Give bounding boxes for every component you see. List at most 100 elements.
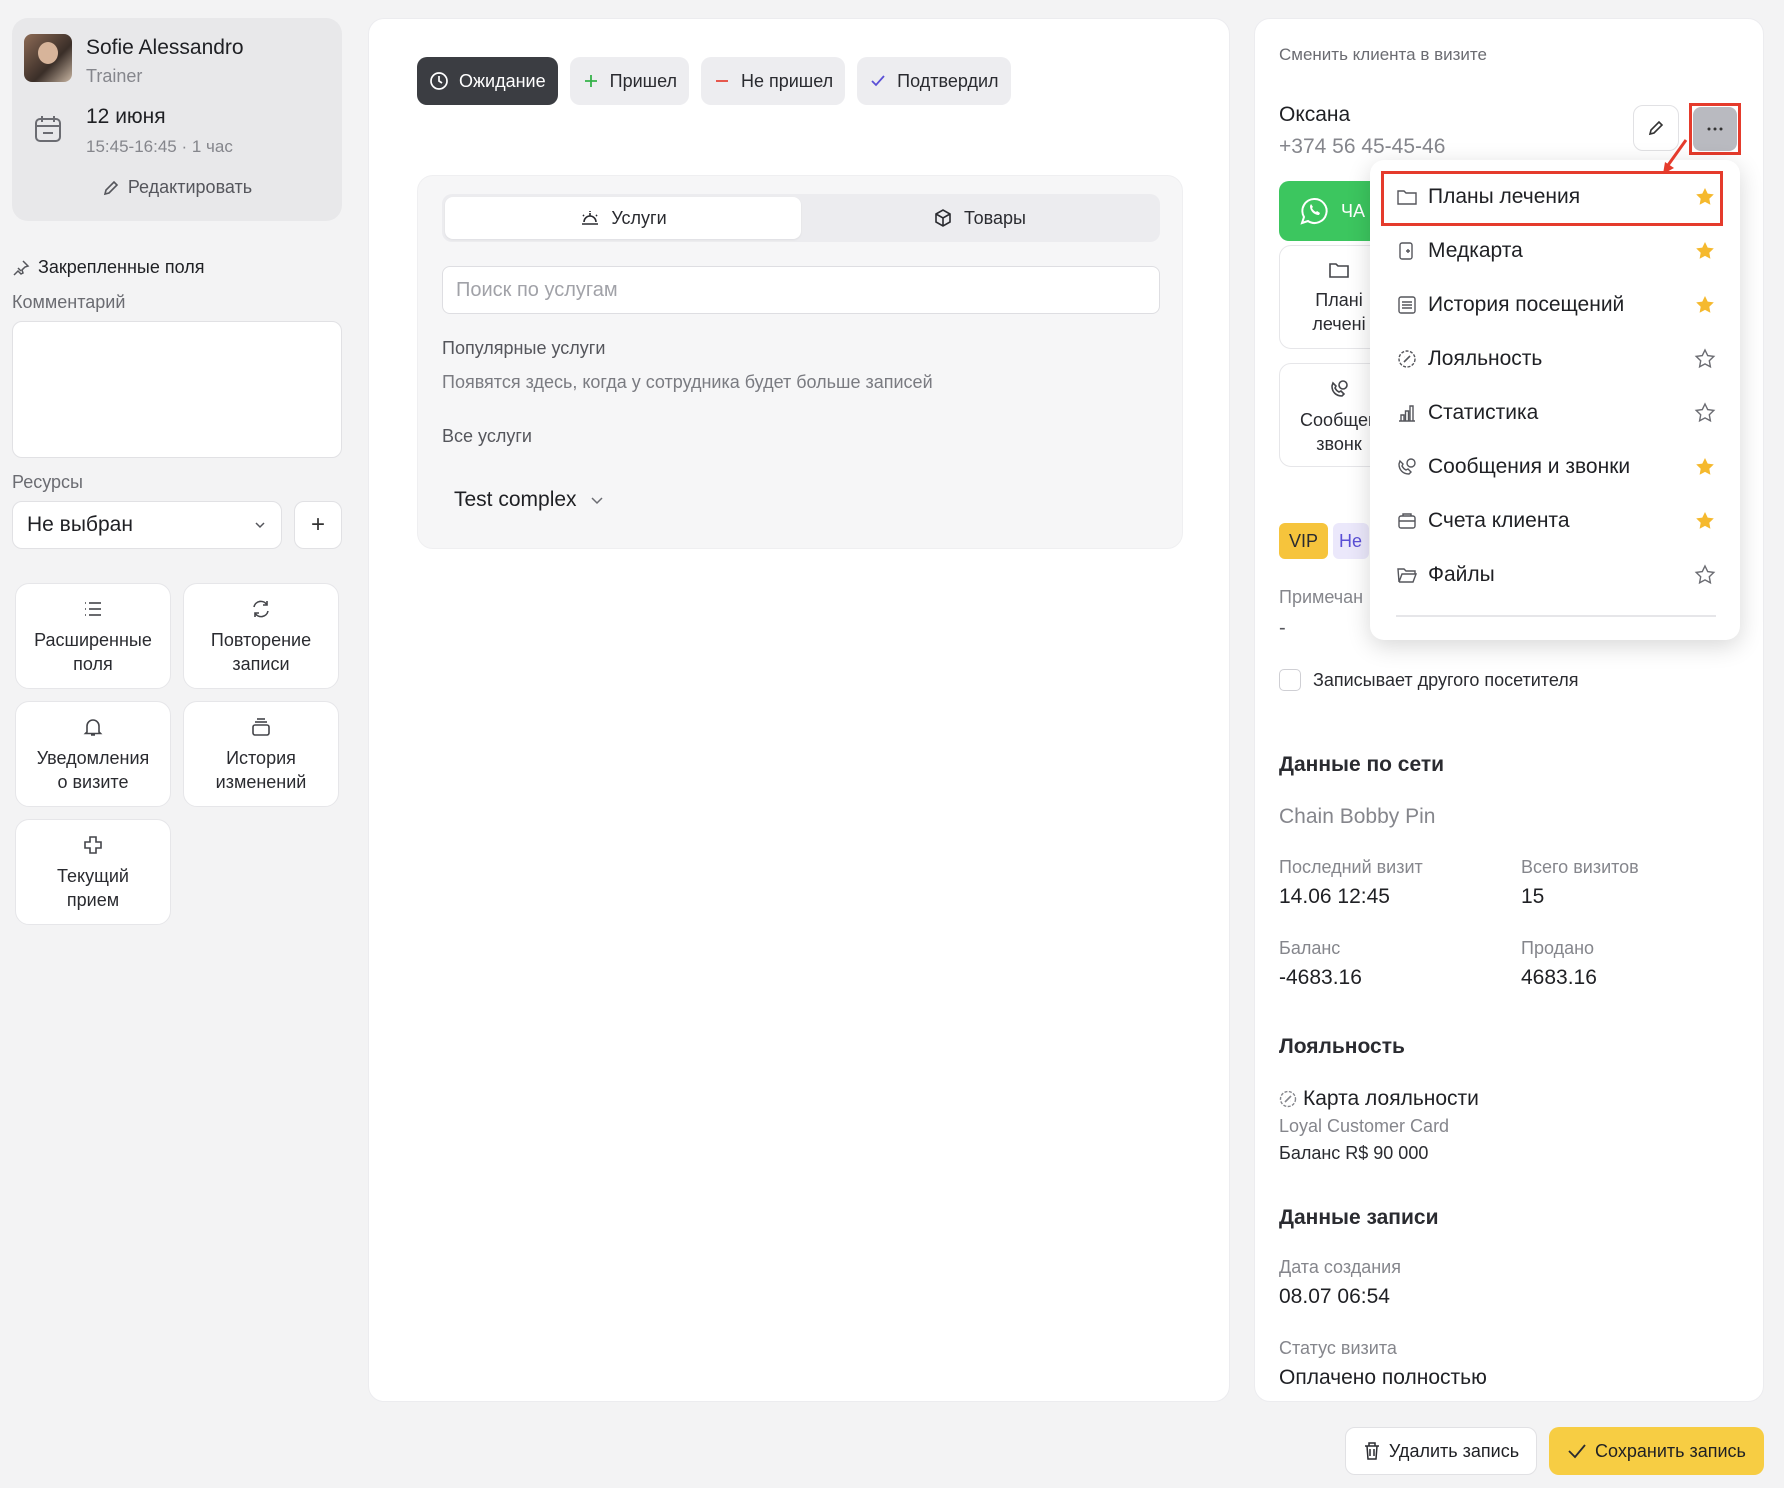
repeat-visit-tile[interactable]: Повторение записи [183,583,339,689]
menu-item-statistics[interactable]: Статистика [1396,393,1716,433]
menu-item-client-invoices[interactable]: Счета клиента [1396,501,1716,541]
tile-label: История изменений [215,748,307,792]
whatsapp-icon [1299,196,1329,226]
client-name: Оксана [1279,103,1351,126]
list-icon [82,598,104,620]
loyalty-card-row[interactable]: Карта лояльности [1279,1087,1479,1111]
pencil-icon [1647,119,1665,137]
menu-item-label: Сообщения и звонки [1428,455,1631,478]
current-appointment-tile[interactable]: Текущий прием [15,819,171,925]
status-label: Подтвердил [897,70,999,91]
last-visit-value: 14.06 12:45 [1279,885,1390,908]
folder-icon [1328,260,1350,280]
staff-role: Trainer [86,66,143,86]
delete-record-button[interactable]: Удалить запись [1345,1427,1537,1475]
medcard-icon [1396,241,1418,261]
save-record-button[interactable]: Сохранить запись [1549,1427,1764,1475]
loyalty-card-title: Карта лояльности [1303,1087,1479,1110]
star-outline-icon[interactable] [1694,564,1716,586]
tile-label: Расширенные поля [34,630,152,674]
menu-item-medcard[interactable]: Медкарта [1396,231,1716,271]
staff-name: Sofie Alessandro [86,36,244,59]
pinned-fields-title: Закрепленные поля [12,257,342,278]
comment-textarea[interactable] [12,321,342,458]
star-outline-icon[interactable] [1694,402,1716,424]
tab-services[interactable]: Услуги [445,197,801,239]
status-label: Ожидание [459,70,546,91]
phone-chat-icon [1396,457,1418,477]
status-not-arrived-button[interactable]: Не пришел [700,57,846,105]
tile-label: Сообщен звонк [1300,410,1378,454]
menu-item-loyalty[interactable]: Лояльность [1396,339,1716,379]
menu-item-label: Счета клиента [1428,509,1570,532]
resources-label: Ресурсы [12,472,83,492]
more-options-menu: Планы лечения Медкарта История посещений… [1370,160,1740,640]
sold-value: 4683.16 [1521,966,1597,989]
loyalty-card-balance: Баланс R$ 90 000 [1279,1143,1429,1163]
menu-item-label: История посещений [1428,293,1625,316]
status-waiting-button[interactable]: Ожидание [417,57,558,105]
star-filled-icon[interactable] [1694,510,1716,532]
record-data-title: Данные записи [1279,1206,1439,1229]
balance-label: Баланс [1279,938,1341,958]
service-group-label: Test complex [454,488,577,511]
books-other-visitor-checkbox[interactable] [1279,669,1301,691]
tile-label: Повторение записи [210,630,312,674]
star-filled-icon[interactable] [1694,294,1716,316]
popular-services-title: Популярные услуги [442,338,606,358]
status-label: Не пришел [740,70,834,91]
total-visits-label: Всего визитов [1521,857,1639,877]
services-panel: Ожидание Пришел Не пришел Подтвердил Усл… [368,18,1230,1402]
add-resource-button[interactable]: + [294,501,342,549]
menu-item-messages-calls[interactable]: Сообщения и звонки [1396,447,1716,487]
edit-label: Редактировать [127,177,253,197]
created-label: Дата создания [1279,1257,1401,1277]
repeat-icon [250,598,272,620]
balance-value: -4683.16 [1279,966,1362,989]
clock-icon [429,71,449,91]
tab-label: Товары [964,207,1026,228]
chain-name: Chain Bobby Pin [1279,805,1436,828]
last-visit-label: Последний визит [1279,857,1423,877]
visit-date: 12 июня [86,105,166,128]
extended-fields-tile[interactable]: Расширенные поля [15,583,171,689]
services-card: Услуги Товары Поиск по услугам Популярны… [417,175,1183,549]
delete-label: Удалить запись [1388,1440,1520,1461]
total-visits-value: 15 [1521,885,1545,908]
service-group-test-complex[interactable]: Test complex [454,488,605,512]
pinned-title-text: Закрепленные поля [38,257,205,277]
status-confirmed-button[interactable]: Подтвердил [857,57,1011,105]
service-bell-icon [579,207,601,229]
pencil-icon [102,179,120,197]
star-filled-icon[interactable] [1694,240,1716,262]
network-data-title: Данные по сети [1279,753,1445,776]
avatar [24,34,72,82]
note-label: Примечан [1279,587,1364,607]
star-outline-icon[interactable] [1694,348,1716,370]
whatsapp-label: ЧА [1341,200,1366,221]
status-arrived-button[interactable]: Пришел [569,57,689,105]
minus-icon [713,72,731,90]
tab-products[interactable]: Товары [801,197,1157,239]
wallet-icon [1396,511,1418,531]
menu-item-label: Файлы [1428,563,1495,586]
menu-item-visit-history[interactable]: История посещений [1396,285,1716,325]
menu-item-label: Медкарта [1428,239,1523,262]
change-client-label[interactable]: Сменить клиента в визите [1279,45,1487,65]
popular-services-hint: Появятся здесь, когда у сотрудника будет… [442,372,933,392]
star-filled-icon[interactable] [1694,456,1716,478]
loyalty-icon [1396,349,1418,369]
tile-label: Текущий прием [57,866,129,910]
resources-select[interactable]: Не выбран [12,501,282,549]
service-search-input[interactable]: Поиск по услугам [442,266,1160,314]
phone-chat-icon [1328,378,1350,400]
books-other-visitor-row[interactable]: Записывает другого посетителя [1279,669,1579,691]
loyalty-icon [1279,1090,1297,1108]
change-history-tile[interactable]: История изменений [183,701,339,807]
menu-item-files[interactable]: Файлы [1396,555,1716,595]
bell-icon [82,716,104,738]
menu-divider [1396,615,1716,617]
notifications-tile[interactable]: Уведомления о визите [15,701,171,807]
edit-visit-button[interactable]: Редактировать [24,177,330,198]
arrow-annotation-icon [1663,139,1688,174]
